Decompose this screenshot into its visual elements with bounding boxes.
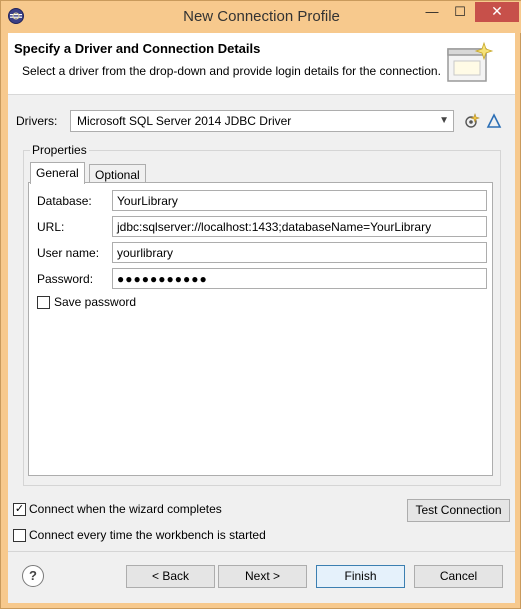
maximize-button[interactable]: ☐ [447, 2, 473, 22]
chevron-down-icon: ▼ [439, 115, 449, 126]
properties-legend: Properties [30, 143, 89, 157]
username-label: User name: [37, 246, 100, 260]
help-icon[interactable]: ? [22, 565, 44, 587]
footer-separator [8, 551, 515, 552]
tab-optional[interactable]: Optional [89, 164, 146, 184]
new-driver-icon[interactable] [464, 113, 480, 129]
title-bar[interactable]: New Connection Profile — ☐ ✕ [1, 1, 521, 33]
password-label: Password: [37, 272, 94, 286]
connect-when-complete-label: Connect when the wizard completes [29, 502, 222, 516]
drivers-selected-value: Microsoft SQL Server 2014 JDBC Driver [77, 114, 292, 128]
url-field[interactable]: jdbc:sqlserver://localhost:1433;database… [112, 216, 487, 237]
new-connection-profile-window: New Connection Profile — ☐ ✕ Specify a D… [0, 0, 521, 609]
connect-when-complete-checkbox[interactable]: ✓ [13, 503, 26, 516]
edit-driver-icon[interactable] [486, 113, 502, 129]
close-button[interactable]: ✕ [475, 2, 519, 22]
general-tab-panel: Database: YourLibrary URL: jdbc:sqlserve… [28, 182, 493, 476]
cancel-button[interactable]: Cancel [414, 565, 503, 588]
password-field[interactable]: ●●●●●●●●●●● [112, 268, 487, 289]
wizard-description: Select a driver from the drop-down and p… [22, 64, 441, 78]
back-button[interactable]: < Back [126, 565, 215, 588]
drivers-label: Drivers: [16, 114, 58, 128]
connection-wizard-banner-icon [447, 41, 494, 82]
database-label: Database: [37, 194, 92, 208]
next-button[interactable]: Next > [218, 565, 307, 588]
wizard-title: Specify a Driver and Connection Details [14, 41, 261, 56]
url-label: URL: [37, 220, 65, 234]
dialog-client-area: Specify a Driver and Connection Details … [8, 33, 515, 603]
save-password-checkbox[interactable] [37, 296, 50, 309]
finish-button[interactable]: Finish [316, 565, 405, 588]
wizard-header: Specify a Driver and Connection Details … [8, 33, 515, 95]
username-field[interactable]: yourlibrary [112, 242, 487, 263]
drivers-dropdown[interactable]: Microsoft SQL Server 2014 JDBC Driver ▼ [70, 110, 454, 132]
test-connection-button[interactable]: Test Connection [407, 499, 510, 522]
tab-general[interactable]: General [30, 162, 85, 184]
minimize-button[interactable]: — [419, 2, 445, 22]
connect-every-time-checkbox[interactable] [13, 529, 26, 542]
database-field[interactable]: YourLibrary [112, 190, 487, 211]
save-password-label: Save password [54, 295, 137, 309]
connect-every-time-label: Connect every time the workbench is star… [29, 528, 266, 542]
